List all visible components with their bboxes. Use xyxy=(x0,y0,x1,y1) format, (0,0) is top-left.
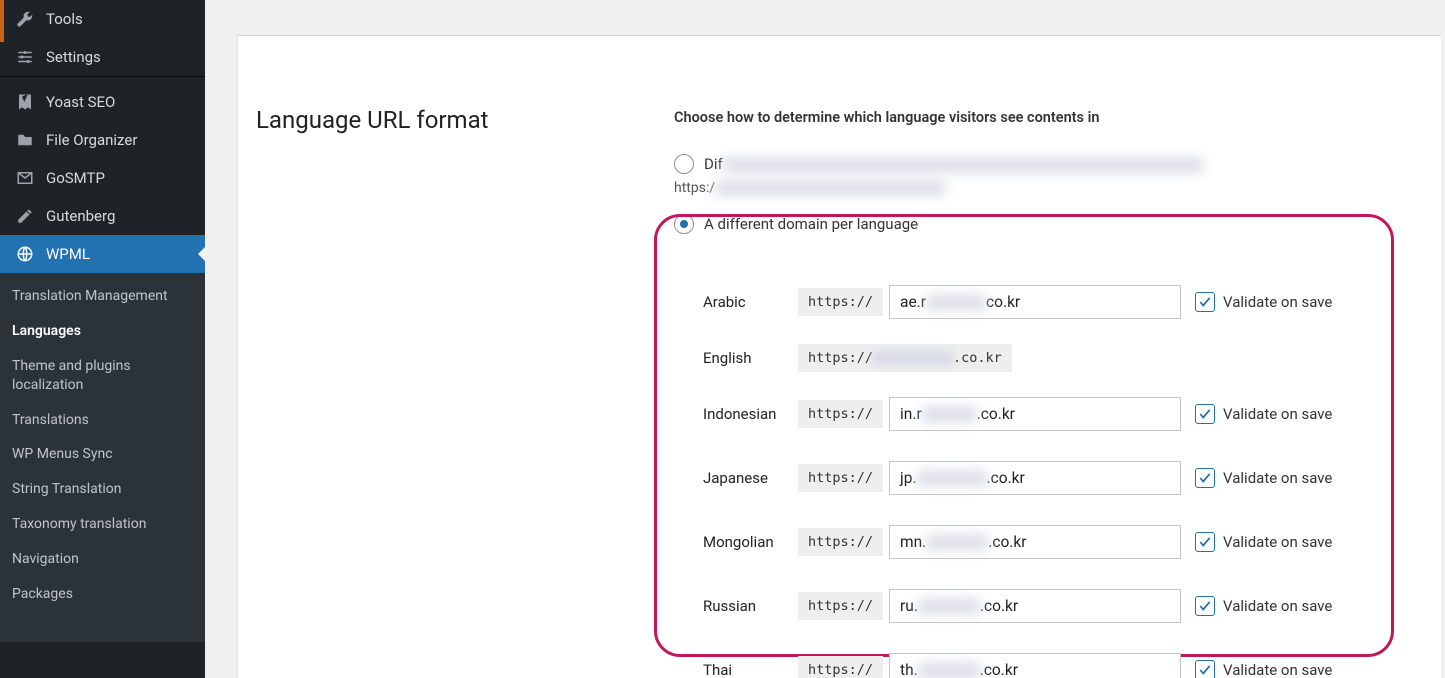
language-name: Arabic xyxy=(703,293,798,311)
language-name: Thai xyxy=(703,661,798,678)
sliders-icon xyxy=(14,47,36,67)
sidebar-sub-item[interactable]: Navigation xyxy=(0,542,205,577)
radio-icon xyxy=(674,154,694,174)
sidebar-item-label: WPML xyxy=(46,245,90,263)
validate-checkbox[interactable] xyxy=(1195,596,1215,616)
url-format-option-domain[interactable]: A different domain per language xyxy=(674,214,1431,234)
protocol-label: https:// xyxy=(798,464,883,492)
globe-icon xyxy=(14,244,36,264)
sidebar-item-file-organizer[interactable]: File Organizer xyxy=(0,121,205,159)
validate-label: Validate on save xyxy=(1223,661,1332,678)
sidebar-sub-item[interactable]: String Translation xyxy=(0,472,205,507)
language-row-mongolian: Mongolian https:// mn..co.kr Validate on… xyxy=(703,510,1413,574)
admin-sidebar: Tools Settings Yoast SEO File Organizer … xyxy=(0,0,205,678)
mail-icon xyxy=(14,168,36,188)
sidebar-sub-item[interactable]: Translations xyxy=(0,403,205,438)
section-title: Language URL format xyxy=(256,106,489,134)
validate-checkbox[interactable] xyxy=(1195,660,1215,678)
sidebar-item-gosmtp[interactable]: GoSMTP xyxy=(0,159,205,197)
sidebar-item-label: Settings xyxy=(46,48,101,66)
protocol-label: https:// xyxy=(798,592,883,620)
url-format-option-directory[interactable]: Dif xyxy=(674,154,1431,174)
protocol-label: https:// xyxy=(798,288,883,316)
domain-input[interactable]: ae.rco.kr xyxy=(889,285,1181,319)
language-name: Russian xyxy=(703,597,798,615)
yoast-icon xyxy=(14,92,36,112)
validate-label: Validate on save xyxy=(1223,597,1332,615)
domain-input[interactable]: th..co.kr xyxy=(889,653,1181,678)
sidebar-item-label: Yoast SEO xyxy=(46,93,115,111)
default-domain-label: https://.co.kr xyxy=(798,344,1012,372)
wrench-icon xyxy=(14,9,36,29)
language-row-thai: Thai https:// th..co.kr Validate on save xyxy=(703,638,1413,678)
language-name: Japanese xyxy=(703,469,798,487)
sidebar-item-label: Gutenberg xyxy=(46,207,115,225)
language-domain-table: Arabic https:// ae.rco.kr Validate on sa… xyxy=(703,270,1413,678)
language-name: Indonesian xyxy=(703,405,798,423)
option-label: Dif xyxy=(704,155,1203,173)
option-label: A different domain per language xyxy=(704,215,918,233)
sidebar-sub-item[interactable]: Translation Management xyxy=(0,279,205,314)
protocol-label: https:// xyxy=(798,528,883,556)
language-row-english: English https://.co.kr xyxy=(703,334,1413,382)
instruction-text: Choose how to determine which language v… xyxy=(674,109,1431,126)
domain-input[interactable]: mn..co.kr xyxy=(889,525,1181,559)
sidebar-sub-item[interactable]: WP Menus Sync xyxy=(0,437,205,472)
folder-icon xyxy=(14,130,36,150)
sidebar-item-wpml[interactable]: WPML xyxy=(0,235,205,273)
sidebar-item-label: File Organizer xyxy=(46,131,137,149)
language-row-indonesian: Indonesian https:// in.r.co.kr Validate … xyxy=(703,382,1413,446)
validate-label: Validate on save xyxy=(1223,293,1332,311)
language-row-russian: Russian https:// ru..co.kr Validate on s… xyxy=(703,574,1413,638)
sidebar-item-settings[interactable]: Settings xyxy=(0,38,205,76)
sidebar-sub-item[interactable]: Packages xyxy=(0,577,205,612)
protocol-label: https:// xyxy=(798,656,883,678)
validate-checkbox[interactable] xyxy=(1195,404,1215,424)
sidebar-item-label: Tools xyxy=(46,10,83,28)
content-panel: Language URL format Choose how to determ… xyxy=(237,35,1441,678)
validate-checkbox[interactable] xyxy=(1195,468,1215,488)
sidebar-item-gutenberg[interactable]: Gutenberg xyxy=(0,197,205,235)
sidebar-sub-item-languages[interactable]: Languages xyxy=(0,314,205,349)
domain-input[interactable]: jp..co.kr xyxy=(889,461,1181,495)
radio-icon xyxy=(674,214,694,234)
sidebar-item-yoast-seo[interactable]: Yoast SEO xyxy=(0,83,205,121)
language-row-japanese: Japanese https:// jp..co.kr Validate on … xyxy=(703,446,1413,510)
domain-input[interactable]: in.r.co.kr xyxy=(889,397,1181,431)
language-row-arabic: Arabic https:// ae.rco.kr Validate on sa… xyxy=(703,270,1413,334)
validate-checkbox[interactable] xyxy=(1195,292,1215,312)
domain-input[interactable]: ru..co.kr xyxy=(889,589,1181,623)
option-description: https:/ xyxy=(674,180,1431,196)
language-name: English xyxy=(703,349,798,367)
pencil-icon xyxy=(14,206,36,226)
sidebar-item-tools[interactable]: Tools xyxy=(0,0,205,38)
validate-label: Validate on save xyxy=(1223,469,1332,487)
language-name: Mongolian xyxy=(703,533,798,551)
validate-label: Validate on save xyxy=(1223,405,1332,423)
validate-label: Validate on save xyxy=(1223,533,1332,551)
sidebar-sub-item[interactable]: Taxonomy translation xyxy=(0,507,205,542)
sidebar-item-label: GoSMTP xyxy=(46,169,105,187)
sidebar-separator xyxy=(0,76,205,83)
validate-checkbox[interactable] xyxy=(1195,532,1215,552)
protocol-label: https:// xyxy=(798,400,883,428)
sidebar-sub-item[interactable]: Theme and plugins localization xyxy=(0,349,205,403)
